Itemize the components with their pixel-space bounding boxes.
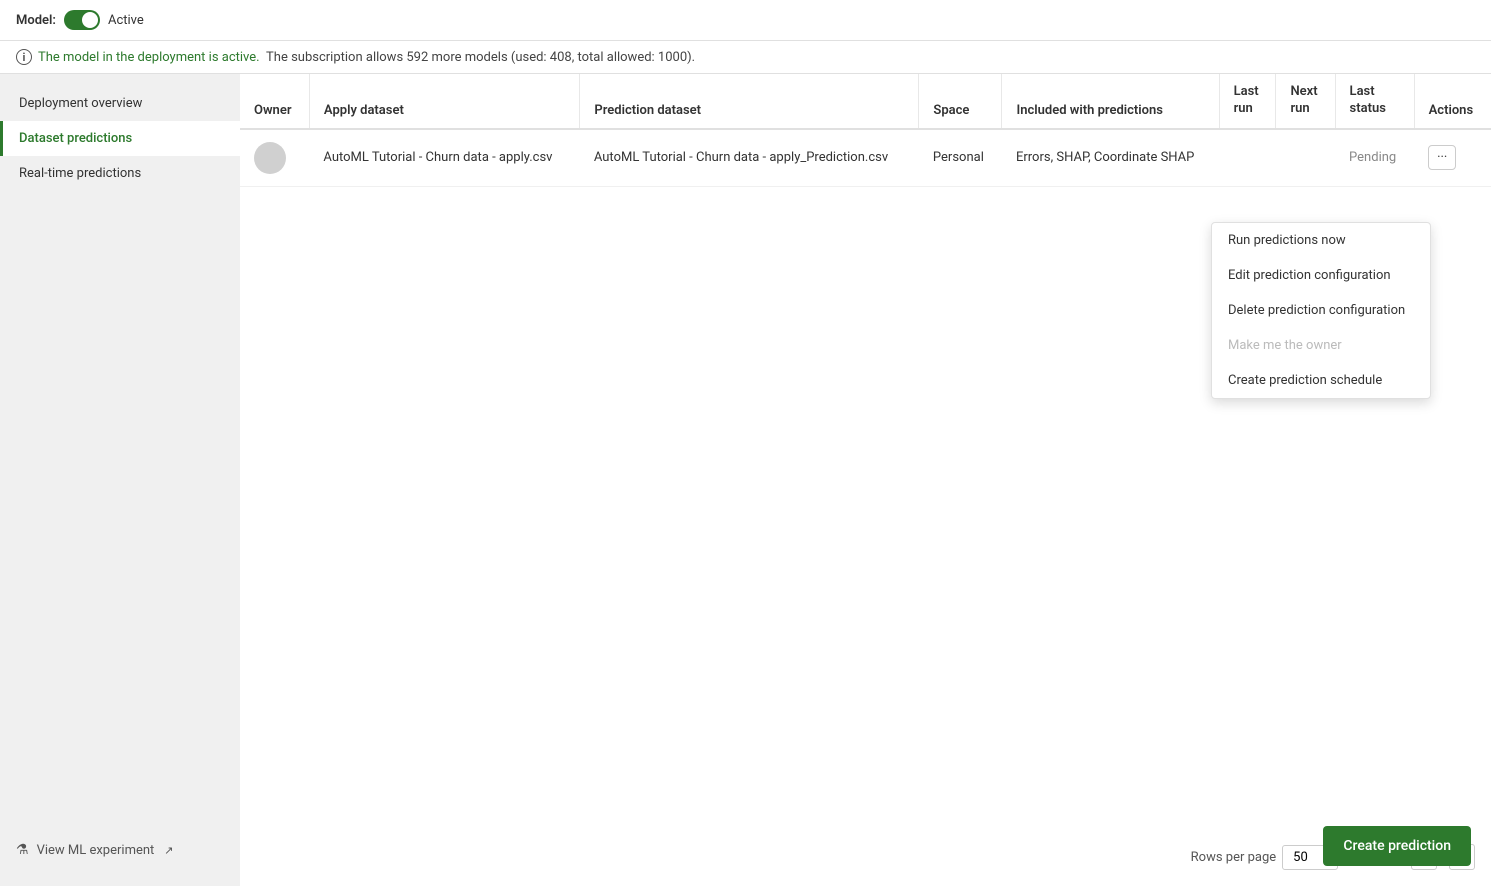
sidebar-item-realtime-predictions[interactable]: Real-time predictions xyxy=(0,156,240,191)
sidebar-item-label: Real-time predictions xyxy=(19,166,141,181)
create-prediction-button[interactable]: Create prediction xyxy=(1323,826,1471,866)
col-last-run: Lastrun xyxy=(1219,74,1276,129)
sidebar-item-dataset-predictions[interactable]: Dataset predictions xyxy=(0,121,240,156)
experiment-icon: ⚗ xyxy=(16,842,29,858)
rows-per-page-label: Rows per page xyxy=(1191,850,1277,865)
col-next-run: Nextrun xyxy=(1276,74,1335,129)
sidebar-item-label: Dataset predictions xyxy=(19,131,132,146)
active-status: Active xyxy=(108,13,144,28)
content-area: Owner Apply dataset Prediction dataset S… xyxy=(240,74,1491,886)
model-toggle[interactable] xyxy=(64,10,100,30)
rows-per-page-group: Rows per page 50 25 100 xyxy=(1191,845,1339,870)
actions-dropdown-menu: Run predictions now Edit prediction conf… xyxy=(1211,222,1431,399)
dropdown-item-create-schedule[interactable]: Create prediction schedule xyxy=(1212,363,1430,398)
info-active-text: The model in the deployment is active. xyxy=(38,50,260,65)
col-space: Space xyxy=(919,74,1002,129)
info-bar: i The model in the deployment is active.… xyxy=(0,41,1491,74)
cell-apply-dataset: AutoML Tutorial - Churn data - apply.csv xyxy=(309,129,579,187)
view-experiment-label: View ML experiment xyxy=(37,843,155,858)
top-bar: Model: Active xyxy=(0,0,1491,41)
cell-actions: ··· xyxy=(1414,129,1491,187)
predictions-table: Owner Apply dataset Prediction dataset S… xyxy=(240,74,1491,187)
table-header-row: Owner Apply dataset Prediction dataset S… xyxy=(240,74,1491,129)
cell-prediction-dataset: AutoML Tutorial - Churn data - apply_Pre… xyxy=(580,129,919,187)
sidebar-nav: Deployment overview Dataset predictions … xyxy=(0,86,240,191)
main-container: Deployment overview Dataset predictions … xyxy=(0,74,1491,886)
col-apply-dataset: Apply dataset xyxy=(309,74,579,129)
info-message: The model in the deployment is active. T… xyxy=(38,50,695,65)
col-last-status: Laststatus xyxy=(1335,74,1414,129)
sidebar-item-deployment-overview[interactable]: Deployment overview xyxy=(0,86,240,121)
sidebar-footer-experiment[interactable]: ⚗ View ML experiment ↗ xyxy=(0,826,240,874)
model-label: Model: xyxy=(16,13,56,28)
cell-owner xyxy=(240,129,309,187)
col-owner: Owner xyxy=(240,74,309,129)
info-icon: i xyxy=(16,49,32,65)
actions-menu-button[interactable]: ··· xyxy=(1428,145,1456,170)
cell-next-run xyxy=(1276,129,1335,187)
col-actions: Actions xyxy=(1414,74,1491,129)
external-link-icon: ↗ xyxy=(164,844,173,857)
cell-included-predictions: Errors, SHAP, Coordinate SHAP xyxy=(1002,129,1219,187)
dropdown-item-delete-config[interactable]: Delete prediction configuration xyxy=(1212,293,1430,328)
sidebar-item-label: Deployment overview xyxy=(19,96,142,111)
col-included-predictions: Included with predictions xyxy=(1002,74,1219,129)
info-subscription-text: The subscription allows 592 more models … xyxy=(266,50,695,65)
cell-space: Personal xyxy=(919,129,1002,187)
sidebar: Deployment overview Dataset predictions … xyxy=(0,74,240,886)
col-prediction-dataset: Prediction dataset xyxy=(580,74,919,129)
dropdown-item-make-owner: Make me the owner xyxy=(1212,328,1430,363)
status-badge: Pending xyxy=(1349,150,1396,165)
table-row: AutoML Tutorial - Churn data - apply.csv… xyxy=(240,129,1491,187)
dropdown-item-edit-config[interactable]: Edit prediction configuration xyxy=(1212,258,1430,293)
cell-last-status: Pending xyxy=(1335,129,1414,187)
dropdown-item-run-predictions[interactable]: Run predictions now xyxy=(1212,223,1430,258)
cell-last-run xyxy=(1219,129,1276,187)
avatar xyxy=(254,142,286,174)
